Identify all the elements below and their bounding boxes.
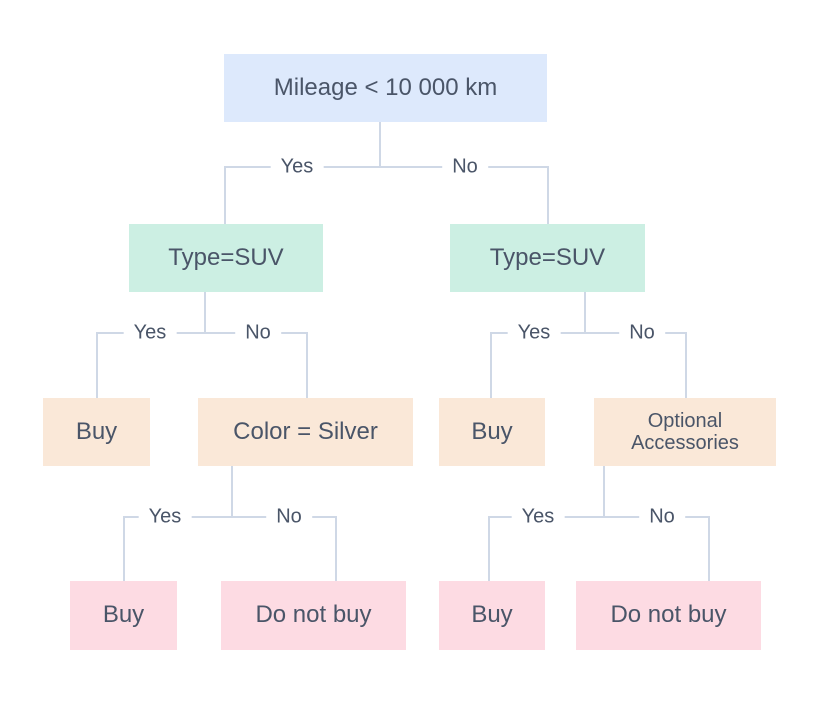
node-optional-accessories: Optional Accessories <box>594 398 776 466</box>
node-optional-yes-buy: Buy <box>439 581 545 650</box>
node-root: Mileage < 10 000 km <box>224 54 547 122</box>
node-right-buy: Buy <box>439 398 545 466</box>
node-left-type: Type=SUV <box>129 224 323 292</box>
node-color: Color = Silver <box>198 398 413 466</box>
edge-left-type <box>96 292 308 398</box>
edge-label-right-no: No <box>619 321 665 345</box>
edge-label-root-no: No <box>442 155 488 179</box>
edge-label-root-yes: Yes <box>270 155 324 179</box>
edge-label-color-yes: Yes <box>138 505 192 529</box>
node-right-type: Type=SUV <box>450 224 645 292</box>
edge-label-color-no: No <box>266 505 312 529</box>
edge-label-left-yes: Yes <box>123 321 177 345</box>
edge-right-type <box>490 292 687 398</box>
node-left-buy: Buy <box>43 398 150 466</box>
edge-label-left-no: No <box>235 321 281 345</box>
edge-label-optional-no: No <box>639 505 685 529</box>
decision-tree: Mileage < 10 000 km Type=SUV Type=SUV Bu… <box>0 0 816 726</box>
edge-label-right-yes: Yes <box>507 321 561 345</box>
edge-label-optional-yes: Yes <box>511 505 565 529</box>
node-color-yes-buy: Buy <box>70 581 177 650</box>
node-optional-no-do-not-buy: Do not buy <box>576 581 761 650</box>
node-color-no-do-not-buy: Do not buy <box>221 581 406 650</box>
